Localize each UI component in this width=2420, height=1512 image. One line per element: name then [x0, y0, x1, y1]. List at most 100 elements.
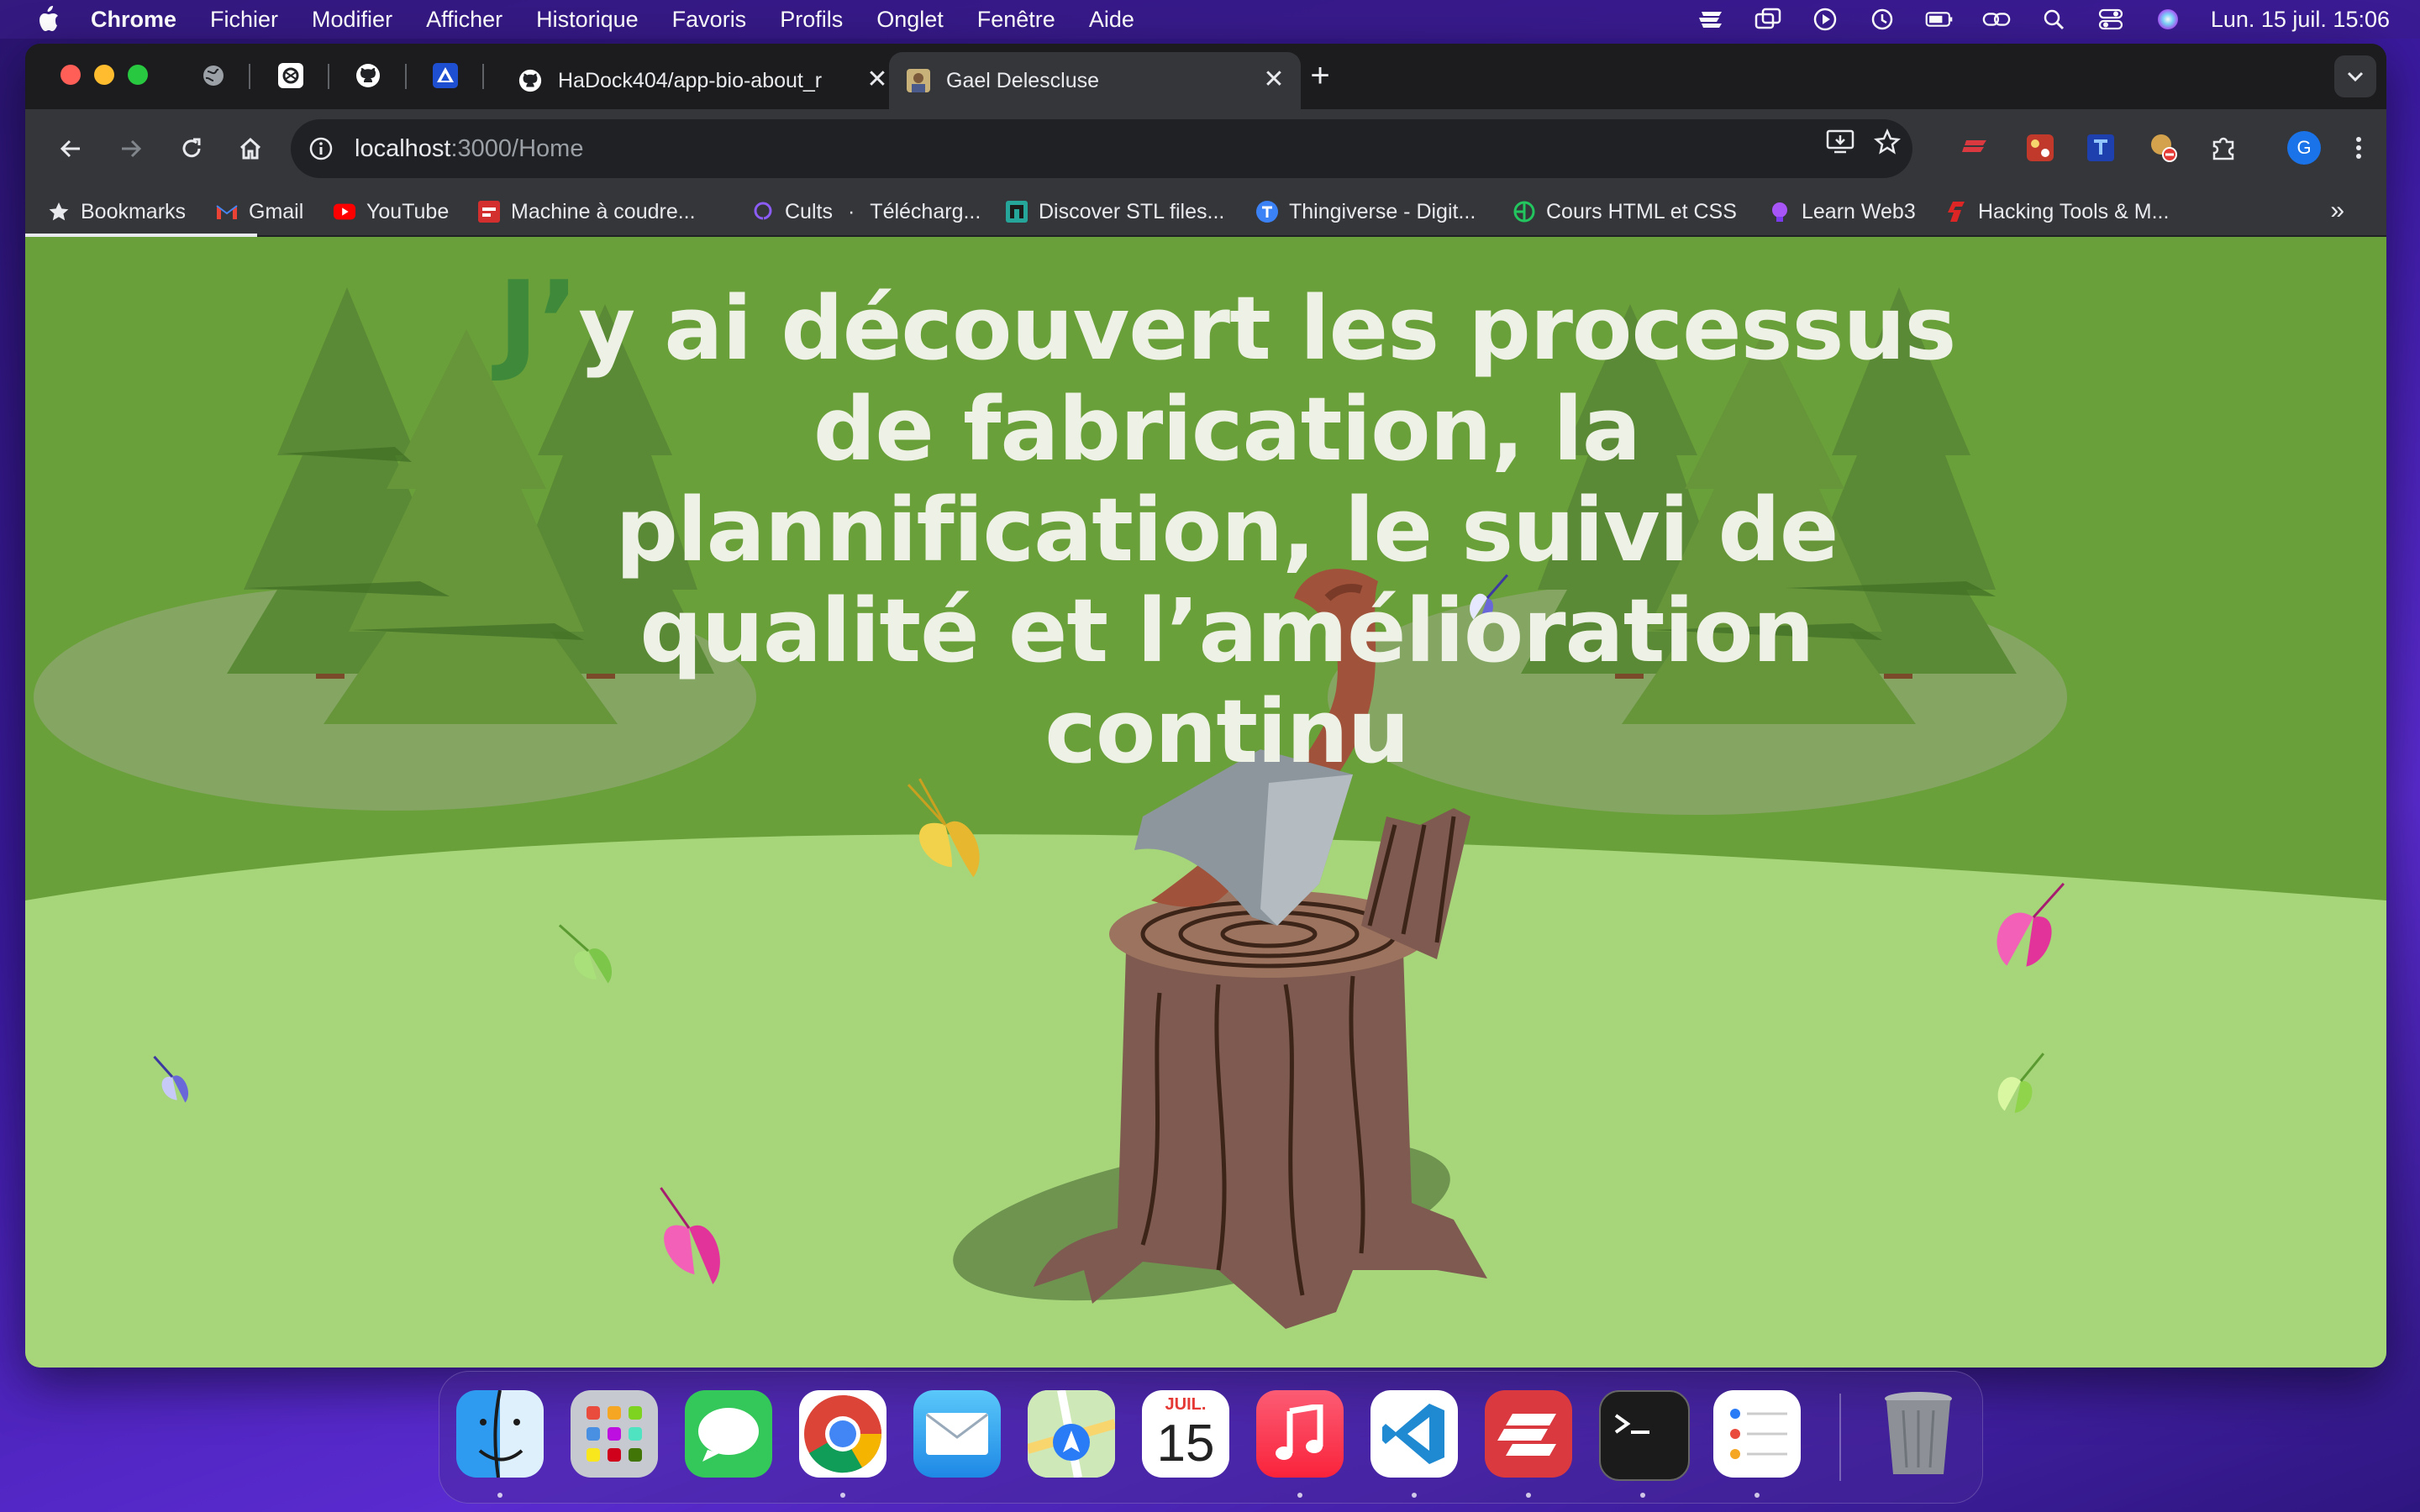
menu-favoris[interactable]: Favoris — [672, 7, 747, 33]
menu-afficher[interactable]: Afficher — [426, 7, 502, 33]
messages-icon — [698, 1408, 759, 1462]
close-window-button[interactable] — [60, 65, 81, 85]
url-text[interactable]: localhost:3000/Home — [355, 135, 583, 163]
new-tab-button[interactable]: + — [1302, 59, 1338, 94]
minimize-window-button[interactable] — [94, 65, 114, 85]
running-indicator — [840, 1493, 845, 1498]
battery-icon[interactable] — [1925, 8, 1954, 31]
tab-title: HaDock404/app-bio-about_r — [558, 68, 823, 92]
bookmark-learn-web3[interactable]: Learn Web3 — [1768, 195, 1916, 228]
expressvpn-status-icon[interactable] — [1697, 8, 1725, 31]
dock-launchpad[interactable] — [571, 1390, 658, 1478]
forward-button[interactable] — [113, 130, 150, 167]
close-tab-icon[interactable]: ✕ — [864, 67, 891, 94]
menubar-clock[interactable]: Lun. 15 juil. 15:06 — [2211, 7, 2390, 33]
bookmarks-bar: Bookmarks Gmail YouTube Machine à coudre… — [25, 188, 2386, 235]
terminal-prompt-icon — [1614, 1414, 1649, 1434]
bookmark-discover-stl[interactable]: Discover STL files... — [1005, 195, 1224, 228]
windows-icon[interactable] — [1754, 8, 1782, 31]
expressvpn-extension-icon[interactable] — [1956, 129, 1993, 166]
dock-maps[interactable] — [1028, 1390, 1115, 1478]
page-headline: J’y ai découvert les processus de fabric… — [496, 266, 1958, 782]
close-tab-icon[interactable]: ✕ — [1260, 67, 1287, 94]
profile-avatar[interactable]: G — [2287, 131, 2321, 165]
link-icon[interactable] — [1982, 8, 2011, 31]
reload-button[interactable] — [173, 130, 210, 167]
chrome-icon — [804, 1395, 882, 1473]
more-bookmarks-chevron-icon[interactable]: » — [2330, 197, 2344, 225]
bookmark-label: YouTube — [366, 199, 450, 223]
pinned-tab-app[interactable] — [429, 59, 462, 92]
star-icon — [47, 200, 71, 223]
site-info-icon[interactable] — [306, 134, 336, 164]
bookmark-star-icon[interactable] — [1870, 125, 1904, 159]
menu-app-name[interactable]: Chrome — [91, 7, 176, 33]
bookmark-label: Gmail — [249, 199, 304, 223]
spotlight-search-icon[interactable] — [2039, 8, 2068, 31]
dock-calendar[interactable]: JUIL. 15 — [1142, 1390, 1229, 1478]
reload-icon — [182, 138, 201, 158]
bookmark-thingiverse[interactable]: Thingiverse - Digit... — [1255, 195, 1476, 228]
menu-modifier[interactable]: Modifier — [312, 7, 392, 33]
bookmark-hacking-tools[interactable]: Hacking Tools & M... — [1944, 195, 2169, 228]
dock-finder[interactable] — [456, 1390, 544, 1478]
menu-aide[interactable]: Aide — [1089, 7, 1134, 33]
tab-github-repo[interactable]: HaDock404/app-bio-about_r ✕ — [501, 52, 904, 109]
globe-icon — [203, 66, 224, 86]
tab-search-button[interactable] — [2334, 55, 2376, 97]
pinned-tab-chatgpt[interactable] — [274, 59, 308, 92]
youtube-icon — [333, 200, 356, 223]
menu-onglet[interactable]: Onglet — [876, 7, 944, 33]
trash-icon — [1885, 1392, 1952, 1474]
pinned-tab-globe[interactable] — [197, 59, 230, 92]
blocker-extension-icon[interactable] — [2144, 129, 2181, 166]
dock-terminal[interactable] — [1599, 1390, 1690, 1481]
menu-profils[interactable]: Profils — [780, 7, 843, 33]
thingiverse-icon — [1255, 200, 1279, 223]
dock-chrome[interactable] — [799, 1390, 886, 1478]
dock-expressvpn[interactable] — [1485, 1390, 1572, 1478]
extensions-puzzle-icon[interactable] — [2205, 129, 2242, 166]
calendar-day: 15 — [1156, 1415, 1215, 1473]
puzzle-game-extension-icon[interactable] — [2022, 129, 2059, 166]
web-page: J’y ai découvert les processus de fabric… — [25, 237, 2386, 1368]
address-bar[interactable]: localhost:3000/Home — [291, 119, 1912, 178]
dock-messages[interactable] — [685, 1390, 772, 1478]
calendar-month: JUIL. — [1165, 1395, 1207, 1414]
dock-music[interactable] — [1256, 1390, 1344, 1478]
bookmark-label: Cults — [785, 199, 833, 223]
control-center-icon[interactable] — [2096, 8, 2125, 31]
bookmark-youtube[interactable]: YouTube — [333, 195, 449, 228]
course-icon — [1512, 200, 1536, 223]
running-indicator — [1754, 1493, 1760, 1498]
menu-fenetre[interactable]: Fenêtre — [977, 7, 1055, 33]
play-circle-icon[interactable] — [1811, 8, 1839, 31]
translate-extension-icon[interactable] — [2082, 129, 2119, 166]
time-machine-icon[interactable] — [1868, 8, 1897, 31]
dock-reminders[interactable] — [1713, 1390, 1801, 1478]
dock-trash[interactable] — [1875, 1390, 1962, 1478]
pinned-tab-github[interactable] — [351, 59, 385, 92]
siri-icon[interactable] — [2154, 8, 2182, 31]
home-button[interactable] — [232, 130, 269, 167]
tab-active-portfolio[interactable]: Gael Delescluse ✕ — [889, 52, 1301, 109]
dock-vscode[interactable] — [1370, 1390, 1458, 1478]
music-note-icon — [1276, 1404, 1323, 1460]
fullscreen-window-button[interactable] — [128, 65, 148, 85]
chrome-menu-button[interactable] — [2346, 129, 2371, 166]
url-host: localhost — [355, 134, 451, 162]
menu-fichier[interactable]: Fichier — [210, 7, 278, 33]
menu-historique[interactable]: Historique — [536, 7, 639, 33]
bookmark-sewing-machine[interactable]: Machine à coudre... — [477, 195, 696, 228]
apple-menu-icon[interactable] — [35, 5, 60, 34]
stl-icon — [1005, 200, 1028, 223]
bookmark-cults[interactable]: Cults · Télécharg... — [751, 195, 981, 228]
install-app-icon[interactable] — [1823, 125, 1857, 159]
back-button[interactable] — [52, 130, 89, 167]
bookmark-gmail[interactable]: Gmail — [215, 195, 303, 228]
bookmark-label: Bookmarks — [81, 199, 187, 223]
bookmark-bookmarks-folder[interactable]: Bookmarks — [47, 195, 186, 228]
finder-icon — [478, 1390, 523, 1478]
bookmark-cours-html-css[interactable]: Cours HTML et CSS — [1512, 195, 1737, 228]
dock-mail[interactable] — [913, 1390, 1001, 1478]
